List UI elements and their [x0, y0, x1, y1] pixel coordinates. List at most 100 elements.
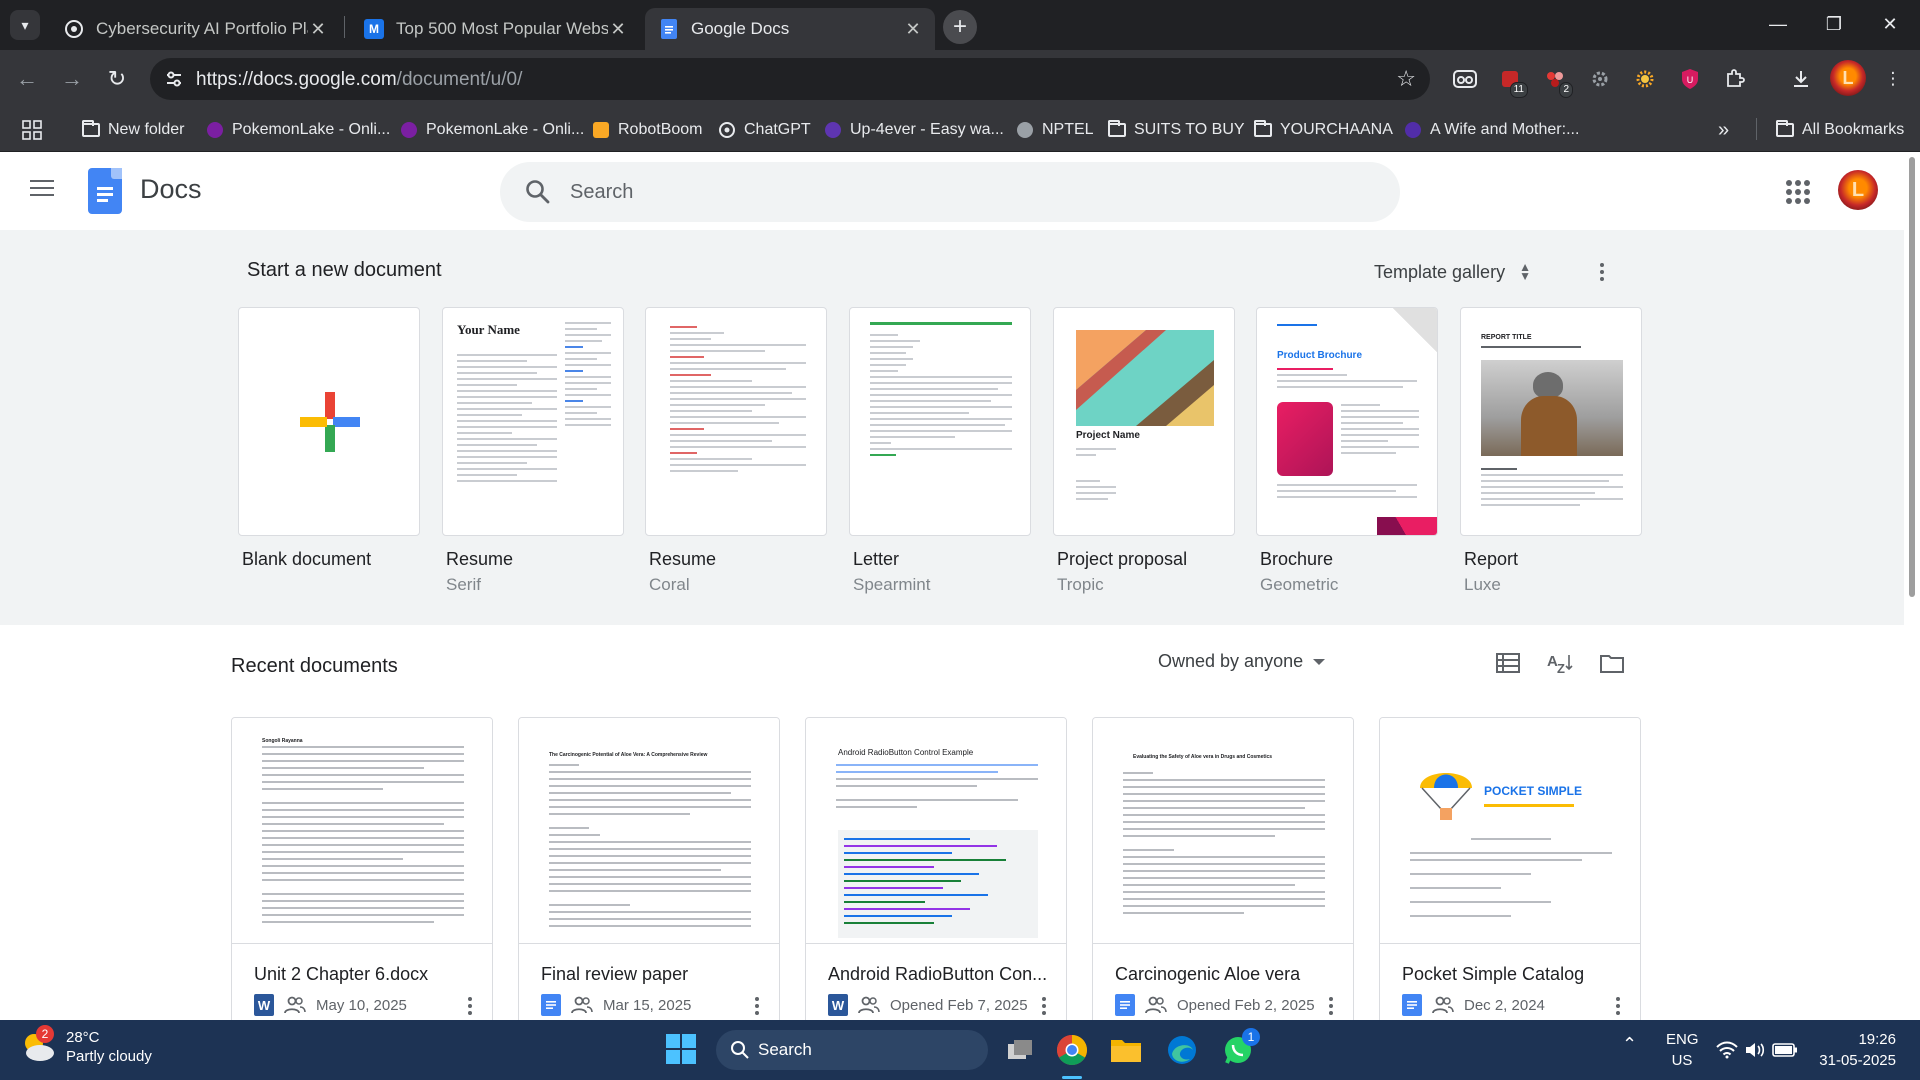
template-thumbnail[interactable]: [849, 307, 1031, 536]
template-thumbnail[interactable]: Product Brochure: [1256, 307, 1438, 536]
template-letter-spearmint[interactable]: Letter Spearmint: [849, 307, 1031, 595]
taskbar-search[interactable]: Search: [716, 1030, 988, 1070]
main-menu-icon[interactable]: [30, 180, 54, 198]
more-bookmarks-button[interactable]: »: [1718, 118, 1729, 142]
doc-more-options-icon[interactable]: [1319, 994, 1343, 1018]
bookmark-yourchaana[interactable]: YOURCHAANA: [1254, 118, 1393, 142]
doc-more-options-icon[interactable]: [1606, 994, 1630, 1018]
recent-doc-card[interactable]: POCKET SIMPLE Pocket Simple Catalog Dec …: [1379, 717, 1641, 1037]
template-thumbnail[interactable]: Your Name: [442, 307, 624, 536]
bookmark-up4ever[interactable]: Up-4ever - Easy wa...: [824, 118, 1004, 142]
forward-button[interactable]: →: [55, 62, 89, 96]
recent-doc-card[interactable]: Songoli Rayanna Unit 2 Chapter 6.docx W …: [231, 717, 493, 1037]
extension-red-icon[interactable]: 11: [1495, 64, 1528, 98]
bookmark-pokemonlake-1[interactable]: PokemonLake - Onli...: [206, 118, 390, 142]
search-input[interactable]: Search: [570, 181, 633, 204]
windows-start-icon[interactable]: [666, 1034, 696, 1064]
template-brochure[interactable]: Product Brochure Brochure Geometric: [1256, 307, 1438, 595]
template-resume-coral[interactable]: Resume Coral: [645, 307, 827, 595]
doc-preview[interactable]: Android RadioButton Control Example: [806, 718, 1066, 944]
app-name[interactable]: Docs: [140, 174, 202, 205]
weather-widget[interactable]: 2 28°C Partly cloudy: [20, 1025, 152, 1066]
recent-doc-card[interactable]: The Carcinogenic Potential of Aloe Vera:…: [518, 717, 780, 1037]
extension-gear-icon[interactable]: [1585, 64, 1615, 94]
template-blank[interactable]: Blank document: [238, 307, 420, 570]
template-thumbnail[interactable]: [238, 307, 420, 536]
doc-more-options-icon[interactable]: [458, 994, 482, 1018]
doc-more-options-icon[interactable]: [745, 994, 769, 1018]
bookmark-suits-to-buy[interactable]: SUITS TO BUY: [1108, 118, 1245, 142]
template-resume-serif[interactable]: Your Name Resume Serif: [442, 307, 624, 595]
bookmark-a-wife-and-mother[interactable]: A Wife and Mother:...: [1404, 118, 1579, 142]
apps-shortcut-icon[interactable]: [22, 118, 42, 142]
show-hidden-icons[interactable]: ⌃: [1622, 1034, 1637, 1055]
account-avatar[interactable]: L: [1838, 170, 1878, 210]
extensions-puzzle-icon[interactable]: [1720, 64, 1750, 94]
close-icon[interactable]: ✕: [608, 19, 628, 40]
browser-menu-icon[interactable]: ⋮: [1878, 64, 1908, 94]
reload-button[interactable]: ↻: [100, 62, 134, 96]
extension-dots-icon[interactable]: 2: [1540, 64, 1573, 98]
address-bar[interactable]: https://docs.google.com/document/u/0/ ☆: [150, 58, 1430, 100]
doc-preview[interactable]: The Carcinogenic Potential of Aloe Vera:…: [519, 718, 779, 944]
sort-az-icon[interactable]: AZ: [1546, 649, 1574, 677]
docs-logo-icon[interactable]: [88, 168, 122, 214]
close-icon[interactable]: ✕: [903, 19, 923, 40]
language-indicator[interactable]: ENG US: [1666, 1029, 1699, 1071]
extension-sun-icon[interactable]: [1630, 64, 1660, 94]
recent-doc-card[interactable]: Evaluating the Safety of Aloe vera in Dr…: [1092, 717, 1354, 1037]
doc-preview[interactable]: Evaluating the Safety of Aloe vera in Dr…: [1093, 718, 1353, 944]
file-explorer-icon[interactable]: [1106, 1030, 1146, 1070]
template-gallery-button[interactable]: Template gallery ▲ ▼: [1374, 255, 1531, 289]
reading-mode-icon[interactable]: [1450, 64, 1480, 94]
back-button[interactable]: ←: [10, 62, 44, 96]
template-project-proposal[interactable]: Project Name Project proposal Tropic: [1053, 307, 1235, 595]
tab-cybersecurity[interactable]: Cybersecurity AI Portfolio Plan ✕: [50, 8, 340, 50]
bookmark-nptel[interactable]: NPTEL: [1016, 118, 1094, 142]
list-view-icon[interactable]: [1494, 649, 1522, 677]
browser-profile-avatar[interactable]: L: [1830, 60, 1866, 96]
volume-icon[interactable]: [1742, 1030, 1768, 1070]
recent-doc-card[interactable]: Android RadioButton Control Example Andr…: [805, 717, 1067, 1037]
tab-top-500[interactable]: M Top 500 Most Popular Websites ✕: [350, 8, 640, 50]
battery-icon[interactable]: [1770, 1030, 1800, 1070]
template-thumbnail[interactable]: REPORT TITLE: [1460, 307, 1642, 536]
template-thumbnail[interactable]: Project Name: [1053, 307, 1235, 536]
templates-more-icon[interactable]: [1590, 260, 1614, 284]
tab-google-docs[interactable]: Google Docs ✕: [645, 8, 935, 50]
chrome-icon[interactable]: [1052, 1030, 1092, 1070]
download-icon[interactable]: [1786, 64, 1816, 94]
doc-more-options-icon[interactable]: [1032, 994, 1056, 1018]
window-close-button[interactable]: ✕: [1868, 8, 1912, 40]
template-thumbnail[interactable]: [645, 307, 827, 536]
search-icon[interactable]: [524, 178, 552, 206]
all-bookmarks-button[interactable]: All Bookmarks: [1776, 118, 1904, 142]
system-clock[interactable]: 19:26 31-05-2025: [1816, 1029, 1896, 1071]
bookmark-robotboom[interactable]: RobotBoom: [592, 118, 703, 142]
owned-by-filter[interactable]: Owned by anyone: [1158, 651, 1326, 672]
shield-extension-icon[interactable]: U: [1675, 64, 1705, 94]
bookmark-pokemonlake-2[interactable]: PokemonLake - Onli...: [400, 118, 584, 142]
template-report-luxe[interactable]: REPORT TITLE Report Luxe: [1460, 307, 1642, 595]
site-info-icon[interactable]: [162, 67, 186, 91]
search-bar[interactable]: Search: [500, 162, 1400, 222]
close-icon[interactable]: ✕: [308, 19, 328, 40]
scrollbar-thumb[interactable]: [1909, 157, 1915, 597]
tab-search-button[interactable]: ▾: [10, 10, 40, 40]
doc-preview[interactable]: POCKET SIMPLE: [1380, 718, 1640, 944]
new-tab-button[interactable]: +: [943, 10, 977, 44]
whatsapp-icon[interactable]: 1: [1218, 1028, 1260, 1070]
wifi-icon[interactable]: [1714, 1030, 1740, 1070]
page-scrollbar[interactable]: [1904, 152, 1920, 1020]
minimize-button[interactable]: —: [1756, 8, 1800, 40]
bookmark-star-icon[interactable]: ☆: [1396, 66, 1416, 92]
edge-icon[interactable]: [1162, 1030, 1202, 1070]
folder-icon: [1108, 120, 1126, 139]
bookmark-new-folder[interactable]: New folder: [82, 118, 184, 142]
bookmark-chatgpt[interactable]: ChatGPT: [718, 118, 811, 142]
folder-picker-icon[interactable]: [1598, 649, 1626, 677]
restore-button[interactable]: ❐: [1812, 8, 1856, 40]
task-view-icon[interactable]: [1000, 1030, 1040, 1070]
google-apps-icon[interactable]: [1786, 180, 1810, 204]
doc-preview[interactable]: Songoli Rayanna: [232, 718, 492, 944]
